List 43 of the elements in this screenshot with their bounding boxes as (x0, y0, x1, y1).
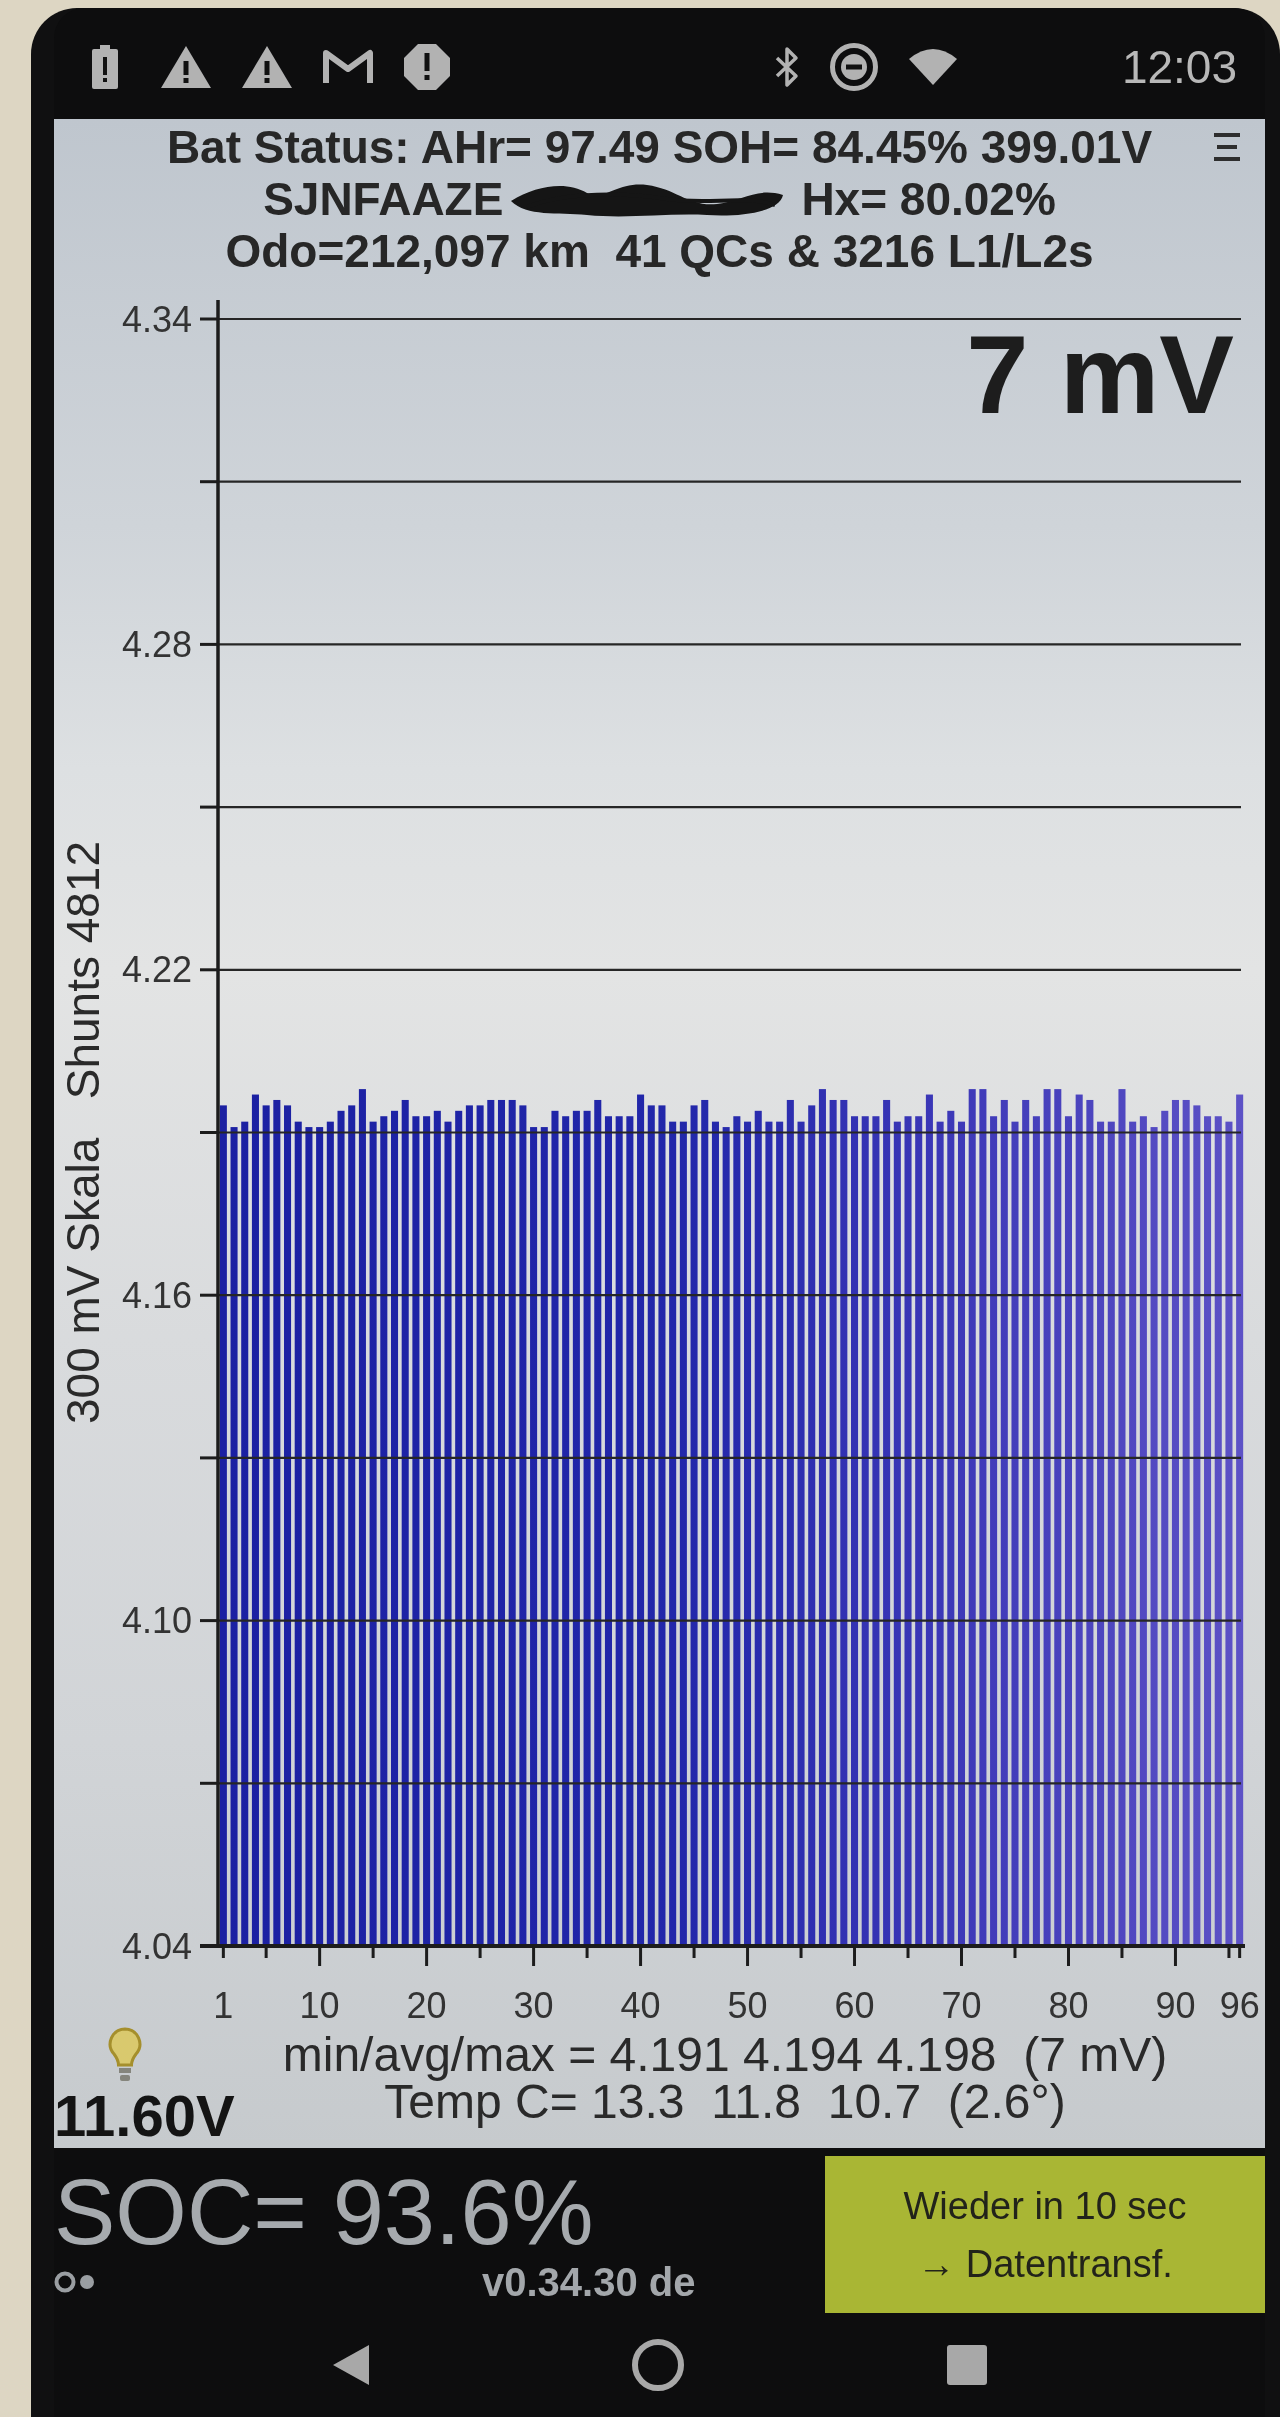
aux-battery-voltage: 11.60V (54, 2084, 236, 2148)
y-tick-label: 4.10 (121, 1600, 192, 1642)
do-not-disturb-icon (829, 42, 878, 91)
y-tick-label: 4.04 (121, 1925, 192, 1967)
x-tick-label: 80 (1048, 1984, 1089, 2026)
clock-time: 12:03 (1121, 41, 1237, 92)
y-tick-label: 4.28 (121, 623, 192, 665)
x-tick-label: 30 (513, 1984, 554, 2026)
y-tick-label: 4.16 (121, 1274, 192, 1316)
menu-icon[interactable] (1214, 133, 1240, 161)
version-text: v0.34.30 de (482, 2262, 696, 2302)
x-tick-label: 40 (620, 1984, 661, 2026)
vin-text: SJNFAAZE (263, 173, 504, 225)
x-tick-label: 60 (834, 1984, 875, 2026)
alert-icon (404, 43, 450, 90)
x-tick-label: 96 (1219, 1984, 1260, 2026)
warning-icon (242, 45, 292, 88)
ring-icon (54, 2271, 76, 2293)
x-tick-label: 1 (213, 1984, 234, 2026)
dot-icon (80, 2275, 94, 2289)
spread-reading: 7 mV (966, 312, 1234, 437)
recents-icon[interactable] (946, 2345, 987, 2385)
odometer-text: Odo=212,097 km 41 QCs & 3216 L1/L2s (225, 225, 1094, 277)
battery-alert-icon (92, 44, 118, 89)
battery-status-text: Bat Status: AHr= 97.49 SOH= 84.45% 399.01V (166, 121, 1153, 173)
wifi-icon (908, 48, 957, 85)
warning-icon (161, 45, 211, 88)
y-axis-title: 300 mV Skala Shunts 4812 (57, 841, 109, 1424)
x-tick-label: 90 (1155, 1984, 1196, 2026)
health-text: Hx= 80.02% (801, 173, 1056, 225)
soc-reading: SOC= 93.6% (54, 2162, 594, 2262)
x-tick-label: 70 (941, 1984, 982, 2026)
mail-icon (323, 47, 373, 86)
y-tick-label: 4.22 (121, 949, 192, 991)
x-tick-label: 10 (299, 1984, 340, 2026)
y-tick-label: 4.34 (121, 298, 192, 340)
x-tick-label: 50 (727, 1984, 768, 2026)
home-icon[interactable] (631, 2339, 684, 2391)
bluetooth-icon (774, 44, 799, 89)
x-tick-label: 20 (406, 1984, 447, 2026)
min-avg-max-text: min/avg/max = 4.191 4.194 4.198 (7 mV) (282, 2030, 1168, 2080)
retry-button[interactable]: Wieder in 10 sec → Datentransf. (825, 2156, 1265, 2313)
back-icon[interactable] (332, 2345, 369, 2385)
